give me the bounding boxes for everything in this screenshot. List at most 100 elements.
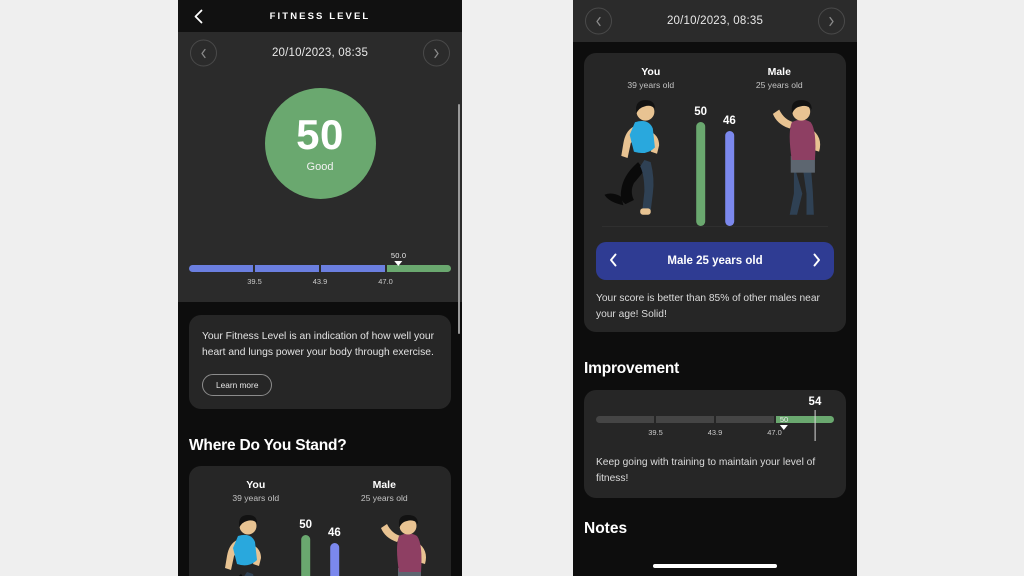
- comparison-card: You 39 years old Male 25 years old: [189, 466, 451, 576]
- comparison-bar-other-value: 46: [723, 114, 736, 127]
- standing-figure-icon: [371, 512, 435, 576]
- triangle-down-icon: [394, 261, 403, 266]
- date-navigator: 20/10/2023, 08:35: [178, 32, 462, 74]
- comparison-bar-other-value: 46: [328, 527, 341, 539]
- left-phone-screen: FITNESS LEVEL 20/10/2023, 08:35 50 Good …: [178, 0, 462, 576]
- runner-figure-icon: [207, 512, 271, 576]
- next-day-button[interactable]: [423, 39, 450, 67]
- fitness-score-circle: 50 Good: [264, 88, 376, 199]
- improvement-current-value: 50: [779, 415, 789, 424]
- improvement-scale: 50 54 39.5 43.9 47.0: [596, 396, 834, 441]
- scale-marker-value: 50.0: [390, 251, 407, 260]
- scale-marker: 50.0: [391, 251, 406, 266]
- chevron-left-icon: [201, 48, 206, 58]
- scale-segment: [189, 265, 254, 272]
- scale-bar: [189, 265, 451, 272]
- comparison-you-name: You: [641, 66, 661, 78]
- fitness-score-label: Good: [306, 161, 334, 173]
- comparison-other-name: Male: [767, 66, 791, 78]
- comparison-group-selector[interactable]: Male 25 years old: [596, 242, 834, 280]
- comparison-headers: You 39 years old Male 25 years old: [201, 479, 439, 503]
- bar-you: [301, 535, 311, 576]
- description-text: Your Fitness Level is an indication of h…: [202, 331, 434, 358]
- scale-tick-label: 43.9: [707, 428, 723, 437]
- comparison-bars: 50 46: [694, 106, 736, 226]
- improvement-title: Improvement: [584, 360, 680, 377]
- screenshot-stage: FITNESS LEVEL 20/10/2023, 08:35 50 Good …: [0, 0, 1024, 576]
- comparison-you-age: 39 years old: [627, 80, 675, 90]
- scale-segment: [655, 416, 715, 423]
- fitness-score-value: 50: [296, 111, 344, 158]
- where-do-you-stand-title: Where Do You Stand?: [189, 437, 347, 454]
- comparison-other-name: Male: [372, 479, 396, 491]
- scale-segment: [386, 265, 451, 272]
- selector-prev-button[interactable]: [609, 253, 618, 269]
- scale-segment: [254, 265, 320, 272]
- comparison-bar-you-value: 50: [694, 106, 707, 119]
- improvement-note: Keep going with training to maintain you…: [596, 457, 816, 484]
- fitness-scale: 50.0 39.5 43.9 47.0: [189, 251, 451, 290]
- selected-date: 20/10/2023, 08:35: [271, 47, 369, 59]
- chevron-left-icon: [610, 253, 617, 267]
- back-button[interactable]: [190, 8, 206, 24]
- comparison-bar-you: 50: [299, 519, 312, 576]
- scale-segment: [320, 265, 386, 272]
- comparison-other-age: 25 years old: [360, 493, 408, 503]
- comparison-other-header: Male 25 years old: [725, 66, 834, 90]
- scale-tick-label: 39.5: [247, 277, 262, 286]
- scale-tick-label: 47.0: [767, 428, 782, 437]
- comparison-bar-you: 50: [694, 106, 707, 226]
- chevron-right-icon: [829, 16, 834, 26]
- comparison-other-header: Male 25 years old: [330, 479, 439, 503]
- chevron-right-icon: [434, 48, 439, 58]
- bar-other: [724, 130, 734, 226]
- app-bar: FITNESS LEVEL: [178, 0, 462, 32]
- comparison-note: Your score is better than 85% of other m…: [596, 293, 820, 320]
- comparison-headers: You 39 years old Male 25 years old: [596, 66, 834, 90]
- comparison-bar-other: 46: [723, 115, 736, 226]
- right-content-area: You 39 years old Male 25 years old 50 46…: [573, 53, 857, 538]
- description-card: Your Fitness Level is an indication of h…: [189, 315, 451, 409]
- improvement-tick-labels: 39.5 43.9 47.0: [596, 427, 834, 441]
- improvement-card: 50 54 39.5 43.9 47.0 Keep going with train…: [584, 390, 846, 498]
- comparison-you-header: You 39 years old: [201, 479, 310, 503]
- bar-you: [696, 122, 706, 226]
- improvement-bar: [596, 416, 834, 423]
- runner-figure-icon: [602, 97, 670, 226]
- vertical-scrollbar[interactable]: [458, 104, 460, 334]
- comparison-chart: 50 46: [201, 511, 439, 576]
- score-section: 20/10/2023, 08:35 50 Good 50.0 39.5 43.9…: [178, 32, 462, 334]
- scale-tick-label: 47.0: [378, 277, 393, 286]
- score-circle-wrap: 50 Good: [178, 88, 462, 199]
- selector-label: Male 25 years old: [667, 255, 763, 267]
- standing-figure-icon: [762, 97, 830, 226]
- learn-more-button[interactable]: Learn more: [202, 374, 273, 396]
- comparison-bar-other: 46: [328, 527, 341, 576]
- selector-next-button[interactable]: [812, 253, 821, 269]
- home-indicator[interactable]: [653, 564, 777, 568]
- scale-tick-labels: 39.5 43.9 47.0: [189, 276, 451, 290]
- chevron-left-icon: [596, 16, 601, 26]
- previous-day-button[interactable]: [190, 39, 217, 67]
- previous-day-button[interactable]: [585, 7, 612, 35]
- comparison-bar-you-value: 50: [299, 519, 312, 531]
- comparison-you-age: 39 years old: [232, 493, 280, 503]
- comparison-bars: 50 46: [299, 519, 341, 576]
- bar-other: [329, 543, 339, 576]
- next-day-button[interactable]: [818, 7, 845, 35]
- right-phone-screen: 20/10/2023, 08:35 You 39 years old Male …: [573, 0, 857, 576]
- improvement-goal-value: 54: [808, 396, 822, 408]
- date-navigator: 20/10/2023, 08:35: [573, 0, 857, 42]
- scale-segment: [715, 416, 775, 423]
- comparison-chart: 50 46: [596, 98, 834, 232]
- comparison-you-header: You 39 years old: [596, 66, 705, 90]
- notes-title: Notes: [584, 520, 628, 537]
- selected-date: 20/10/2023, 08:35: [666, 15, 764, 27]
- comparison-card: You 39 years old Male 25 years old: [584, 53, 846, 332]
- chevron-right-icon: [813, 253, 820, 267]
- comparison-other-age: 25 years old: [755, 80, 803, 90]
- scale-tick-label: 43.9: [312, 277, 328, 286]
- scale-tick-label: 39.5: [648, 428, 663, 437]
- left-content-area: Your Fitness Level is an indication of h…: [178, 315, 462, 576]
- chevron-left-icon: [194, 9, 202, 23]
